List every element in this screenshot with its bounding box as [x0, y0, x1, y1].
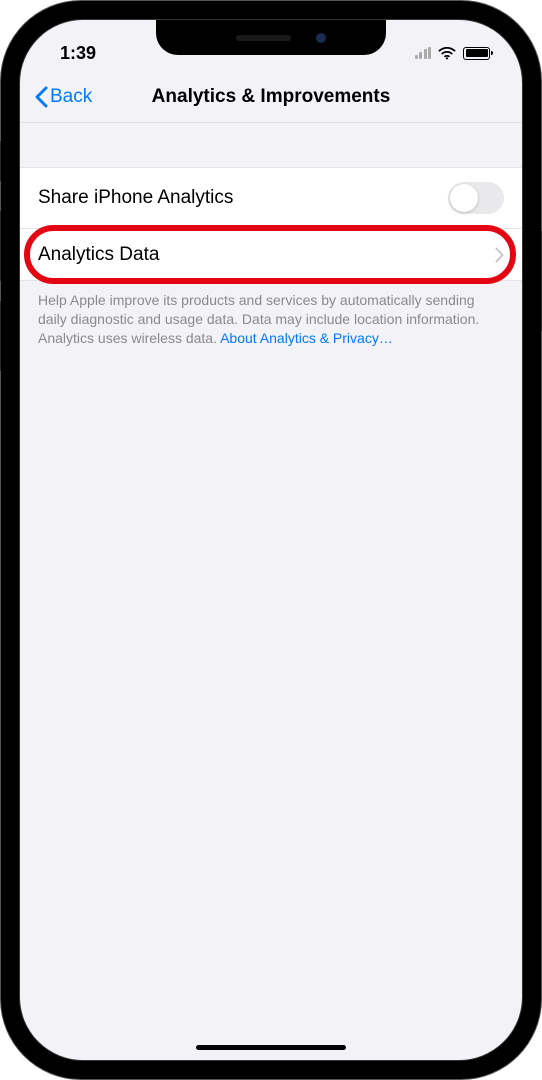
share-analytics-toggle[interactable] [448, 182, 504, 214]
row-label: Analytics Data [38, 244, 159, 266]
chevron-left-icon [34, 86, 48, 108]
status-icons [415, 47, 491, 60]
navigation-bar: Back Analytics & Improvements [20, 68, 522, 123]
row-analytics-data[interactable]: Analytics Data [20, 228, 522, 280]
screen: 1:39 Back Analytics & Improveme [19, 19, 523, 1061]
settings-list: Share iPhone Analytics Analytics Data [20, 167, 522, 281]
device-frame: 1:39 Back Analytics & Improveme [1, 1, 541, 1079]
battery-icon [463, 47, 490, 60]
home-indicator[interactable] [196, 1045, 346, 1050]
cellular-icon [415, 47, 432, 59]
row-share-analytics[interactable]: Share iPhone Analytics [20, 168, 522, 228]
page-title: Analytics & Improvements [20, 86, 522, 108]
front-camera [316, 33, 326, 43]
side-button [0, 211, 1, 281]
side-button [0, 141, 1, 181]
about-analytics-privacy-link[interactable]: About Analytics & Privacy… [220, 330, 393, 346]
wifi-icon [438, 47, 456, 60]
toggle-knob [450, 184, 478, 212]
row-label: Share iPhone Analytics [38, 187, 233, 209]
chevron-right-icon [495, 247, 504, 263]
content-area: Share iPhone Analytics Analytics Data He… [20, 123, 522, 348]
status-time: 1:39 [60, 43, 96, 64]
side-button [0, 301, 1, 371]
footer-description: Help Apple improve its products and serv… [20, 281, 522, 348]
notch [156, 20, 386, 55]
back-button[interactable]: Back [34, 86, 92, 108]
speaker-slot [236, 35, 291, 41]
back-label: Back [50, 86, 92, 108]
